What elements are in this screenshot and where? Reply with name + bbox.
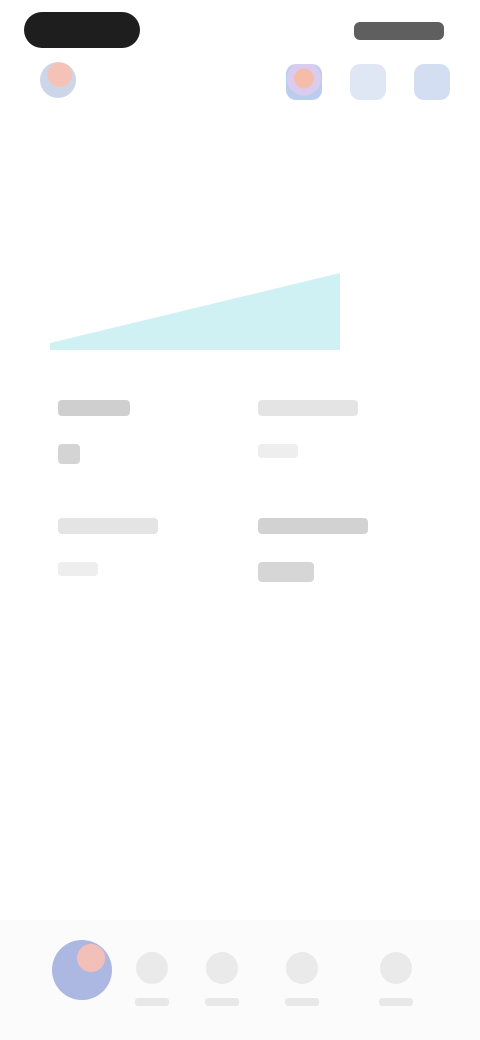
nav-item[interactable]: [122, 946, 182, 1016]
square-icon[interactable]: [414, 64, 450, 100]
status-pill: [24, 12, 140, 48]
stat-card: [58, 518, 238, 618]
stat-card: [258, 400, 438, 500]
nav-item[interactable]: [192, 946, 252, 1016]
stat-label: [58, 518, 158, 534]
nav-label: [285, 998, 319, 1006]
stat-value: [58, 444, 80, 464]
nav-item[interactable]: [272, 946, 332, 1016]
gradient-app-icon[interactable]: [286, 64, 322, 100]
nav-icon: [206, 952, 238, 984]
stat-label: [258, 400, 358, 416]
nav-label: [135, 998, 169, 1006]
chart-canvas: [50, 273, 340, 350]
header: [0, 56, 480, 116]
avatar-icon[interactable]: [40, 62, 76, 98]
stat-card: [258, 518, 438, 618]
stat-value: [258, 562, 314, 582]
stat-card: [58, 400, 238, 500]
bottom-nav: [0, 920, 480, 1040]
app-icon[interactable]: [52, 940, 112, 1000]
chart-area: [50, 273, 340, 350]
nav-item[interactable]: [366, 946, 426, 1016]
status-indicators: [354, 22, 444, 40]
nav-label: [379, 998, 413, 1006]
nav-icon: [136, 952, 168, 984]
stat-label: [58, 400, 130, 416]
nav-label: [205, 998, 239, 1006]
stat-label: [258, 518, 368, 534]
square-icon[interactable]: [350, 64, 386, 100]
stat-value: [58, 562, 98, 576]
stat-value: [258, 444, 298, 458]
nav-icon: [286, 952, 318, 984]
stats-grid: [0, 392, 480, 632]
status-bar: [0, 0, 480, 60]
nav-icon: [380, 952, 412, 984]
chart: [40, 200, 450, 370]
